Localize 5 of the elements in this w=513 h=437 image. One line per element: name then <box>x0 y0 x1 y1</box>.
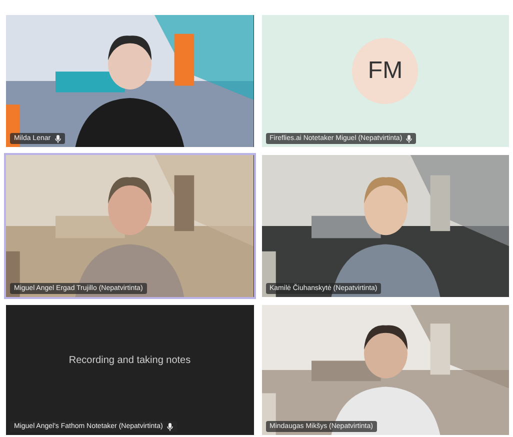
microphone-icon <box>166 422 173 430</box>
microphone-icon <box>54 134 61 142</box>
status-message: Recording and taking notes <box>68 354 191 366</box>
microphone-icon <box>406 134 412 142</box>
avatar-initials: FM <box>352 38 418 104</box>
